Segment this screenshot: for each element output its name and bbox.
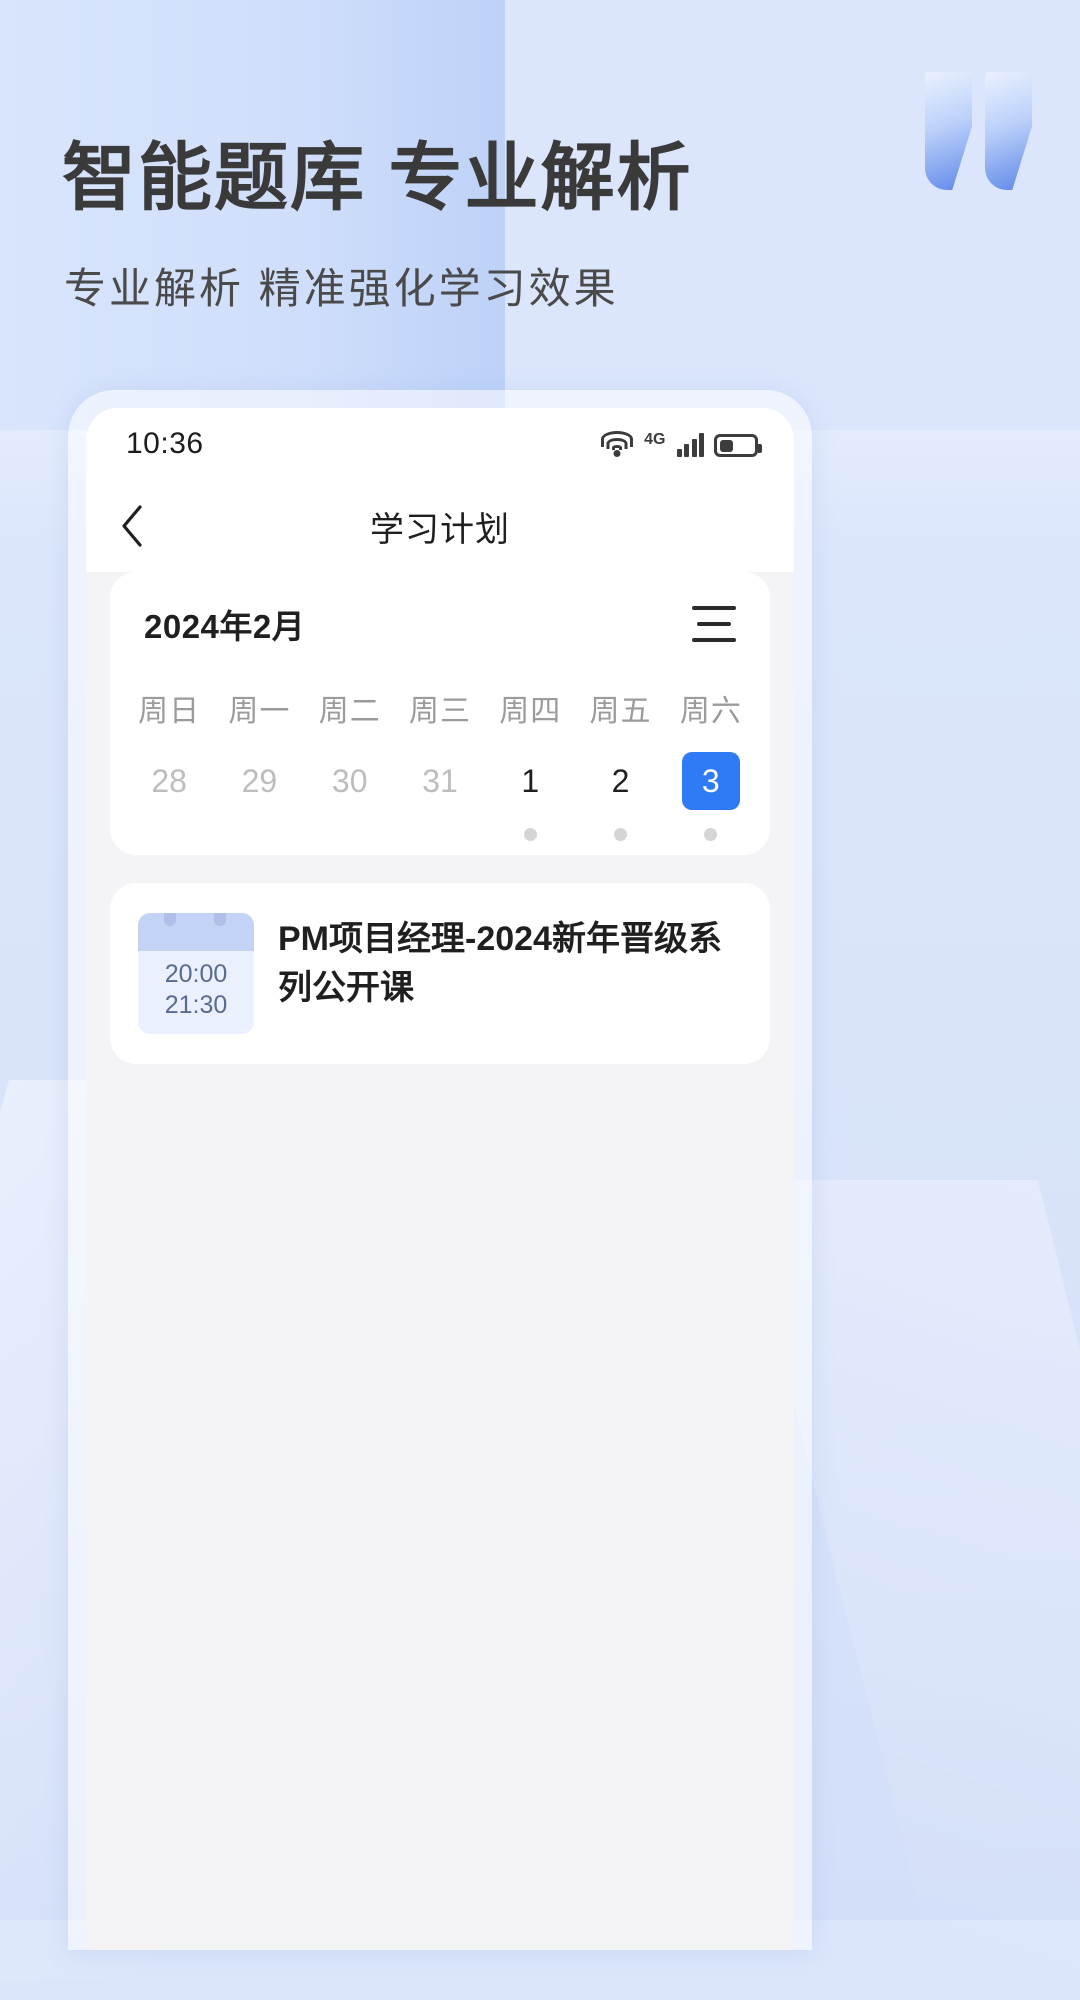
calendar-day-number: 1 xyxy=(521,762,540,799)
weekday-label: 周四 xyxy=(499,695,562,728)
promo-subheadline: 专业解析 精准强化学习效果 xyxy=(64,265,619,312)
weekday-label: 周日 xyxy=(138,695,201,728)
wifi-icon xyxy=(600,431,634,457)
calendar-day-cell[interactable]: 30 xyxy=(305,752,395,841)
schedule-start-time: 20:00 xyxy=(164,960,228,988)
page-title: 学习计划 xyxy=(370,510,510,549)
weekday-label: 周三 xyxy=(408,695,471,728)
calendar-badge-icon: 20:00 21:30 xyxy=(138,913,254,1034)
calendar-event-dot xyxy=(523,828,537,841)
status-bar: 10:36 4G xyxy=(86,408,794,480)
schedule-list: 20:00 21:30 PM项目经理-2024新年晋级系列公开课 xyxy=(86,855,794,1064)
battery-icon xyxy=(714,434,762,457)
calendar-day-number: 28 xyxy=(151,762,187,799)
status-clock: 10:36 xyxy=(126,427,204,460)
status-icons: 4G xyxy=(600,431,762,457)
calendar-day-number: 29 xyxy=(241,762,278,799)
quote-mark-stroke-right xyxy=(985,72,1032,190)
schedule-item-title: PM项目经理-2024新年晋级系列公开课 xyxy=(278,920,722,1008)
calendar-card: 2024年2月 周日 周一 周二 周三 周四 周五 周六 28 29 30 31… xyxy=(110,572,770,855)
calendar-weekday-row: 周日 周一 周二 周三 周四 周五 周六 xyxy=(110,686,770,730)
calendar-header: 2024年2月 xyxy=(110,600,770,648)
calendar-event-dot xyxy=(704,828,718,841)
calendar-day-number: 2 xyxy=(611,762,630,799)
calendar-day-number: 31 xyxy=(422,762,458,799)
phone-mockup: 10:36 4G 学习计划 2024年2月 周日 周一 周二 周三 周四 周五 … xyxy=(68,390,812,1950)
weekday-label: 周一 xyxy=(228,695,291,728)
quote-mark-stroke-left xyxy=(925,72,972,190)
weekday-label: 周二 xyxy=(318,695,381,728)
calendar-event-dot xyxy=(614,828,628,841)
calendar-day-number: 30 xyxy=(331,762,368,799)
promo-headline: 智能题库 专业解析 xyxy=(62,136,693,219)
calendar-day-cell[interactable]: 28 xyxy=(124,752,214,841)
calendar-day-cell-selected[interactable]: 3 xyxy=(666,752,756,841)
calendar-day-cell[interactable]: 31 xyxy=(395,752,485,841)
cellular-signal-icon xyxy=(676,431,704,457)
calendar-day-cell[interactable]: 29 xyxy=(214,752,304,841)
weekday-label: 周六 xyxy=(679,695,742,728)
hamburger-menu-icon[interactable] xyxy=(692,606,736,642)
weekday-label: 周五 xyxy=(589,695,652,728)
schedule-item[interactable]: 20:00 21:30 PM项目经理-2024新年晋级系列公开课 xyxy=(110,883,770,1064)
phone-screen: 10:36 4G 学习计划 2024年2月 周日 周一 周二 周三 周四 周五 … xyxy=(86,408,794,1950)
nav-bar: 学习计划 xyxy=(86,480,794,572)
network-type-label: 4G xyxy=(644,431,666,448)
badge-top-bar xyxy=(138,913,254,951)
quote-mark-icon xyxy=(925,72,1040,192)
calendar-day-cell[interactable]: 2 xyxy=(575,752,665,841)
schedule-end-time: 21:30 xyxy=(164,991,228,1020)
calendar-day-cell[interactable]: 1 xyxy=(485,752,575,841)
calendar-date-row: 28 29 30 31 1 2 3 xyxy=(110,752,770,841)
calendar-day-number: 3 xyxy=(681,752,740,810)
badge-times: 20:00 21:30 xyxy=(138,951,254,1034)
calendar-month-label: 2024年2月 xyxy=(144,608,306,645)
